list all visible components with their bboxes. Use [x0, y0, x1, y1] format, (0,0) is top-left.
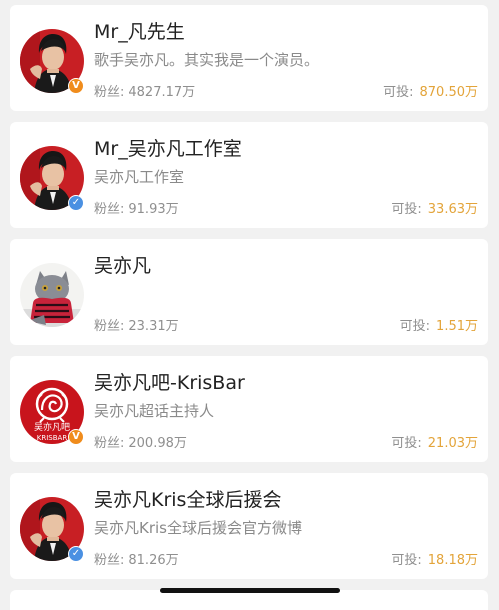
fans-count: 粉丝: 4827.17万: [94, 81, 195, 100]
fans-label: 粉丝:: [94, 85, 125, 100]
account-name: Mr_吴亦凡工作室: [94, 138, 242, 160]
account-card[interactable]: V Mr_凡先生 歌手吴亦凡。其实我是一个演员。 粉丝: 4827.17万 可投:…: [10, 5, 488, 111]
verified-orange-badge-icon: V: [68, 429, 84, 445]
account-name: 吴亦凡吧-KrisBar: [94, 372, 245, 394]
fans-value: 81.26万: [128, 553, 179, 568]
fans-value: 200.98万: [128, 436, 187, 451]
account-description: 吴亦凡Kris全球后援会官方微博: [94, 519, 302, 537]
verified-blue-badge-icon: ✓: [68, 546, 84, 562]
verified-orange-badge-icon: V: [68, 78, 84, 94]
home-indicator[interactable]: [160, 588, 340, 593]
invest-label: 可投:: [391, 553, 422, 568]
fans-count: 粉丝: 200.98万: [94, 432, 187, 451]
svg-text:KRISBAR: KRISBAR: [37, 434, 68, 442]
fans-label: 粉丝:: [94, 553, 125, 568]
svg-text:吴亦凡吧: 吴亦凡吧: [34, 421, 70, 433]
account-name: 吴亦凡Kris全球后援会: [94, 489, 282, 511]
account-card[interactable]: ✓ 吴亦凡Kris全球后援会 吴亦凡Kris全球后援会官方微博 粉丝: 81.26…: [10, 473, 488, 579]
account-description: 歌手吴亦凡。其实我是一个演员。: [94, 51, 320, 69]
invest-amount: 可投: 870.50万: [383, 81, 478, 100]
account-description: 吴亦凡超话主持人: [94, 402, 215, 420]
account-card[interactable]: 吴亦凡 粉丝: 23.31万 可投: 1.51万: [10, 239, 488, 345]
fans-label: 粉丝:: [94, 436, 125, 451]
fans-count: 粉丝: 91.93万: [94, 198, 179, 217]
invest-label: 可投:: [391, 436, 422, 451]
fans-label: 粉丝:: [94, 202, 125, 217]
fans-value: 91.93万: [128, 202, 179, 217]
account-description: 吴亦凡工作室: [94, 168, 185, 186]
fans-value: 4827.17万: [128, 85, 196, 100]
invest-value: 21.03万: [427, 436, 478, 451]
account-name: 吴亦凡: [94, 255, 152, 277]
invest-amount: 可投: 18.18万: [391, 549, 478, 568]
account-card[interactable]: 吴亦凡吧 KRISBAR V 吴亦凡吧-KrisBar 吴亦凡超话主持人 粉丝:…: [10, 356, 488, 462]
avatar[interactable]: [20, 263, 84, 327]
fans-count: 粉丝: 23.31万: [94, 315, 179, 334]
next-account-card[interactable]: [10, 590, 488, 610]
fans-value: 23.31万: [128, 319, 179, 334]
account-card[interactable]: ✓ Mr_吴亦凡工作室 吴亦凡工作室 粉丝: 91.93万 可投: 33.63万: [10, 122, 488, 228]
account-name: Mr_凡先生: [94, 21, 185, 43]
invest-value: 1.51万: [436, 319, 478, 334]
invest-amount: 可投: 1.51万: [400, 315, 478, 334]
invest-label: 可投:: [399, 319, 431, 334]
cat-photo-icon: [20, 263, 84, 327]
invest-value: 870.50万: [419, 85, 479, 100]
invest-amount: 可投: 33.63万: [391, 198, 478, 217]
invest-label: 可投:: [383, 85, 414, 100]
invest-amount: 可投: 21.03万: [391, 432, 478, 451]
fans-label: 粉丝:: [94, 319, 125, 334]
invest-value: 18.18万: [427, 553, 478, 568]
invest-value: 33.63万: [427, 202, 478, 217]
verified-blue-badge-icon: ✓: [68, 195, 84, 211]
account-list: V Mr_凡先生 歌手吴亦凡。其实我是一个演员。 粉丝: 4827.17万 可投:…: [0, 0, 499, 610]
fans-count: 粉丝: 81.26万: [94, 549, 179, 568]
invest-label: 可投:: [391, 202, 422, 217]
